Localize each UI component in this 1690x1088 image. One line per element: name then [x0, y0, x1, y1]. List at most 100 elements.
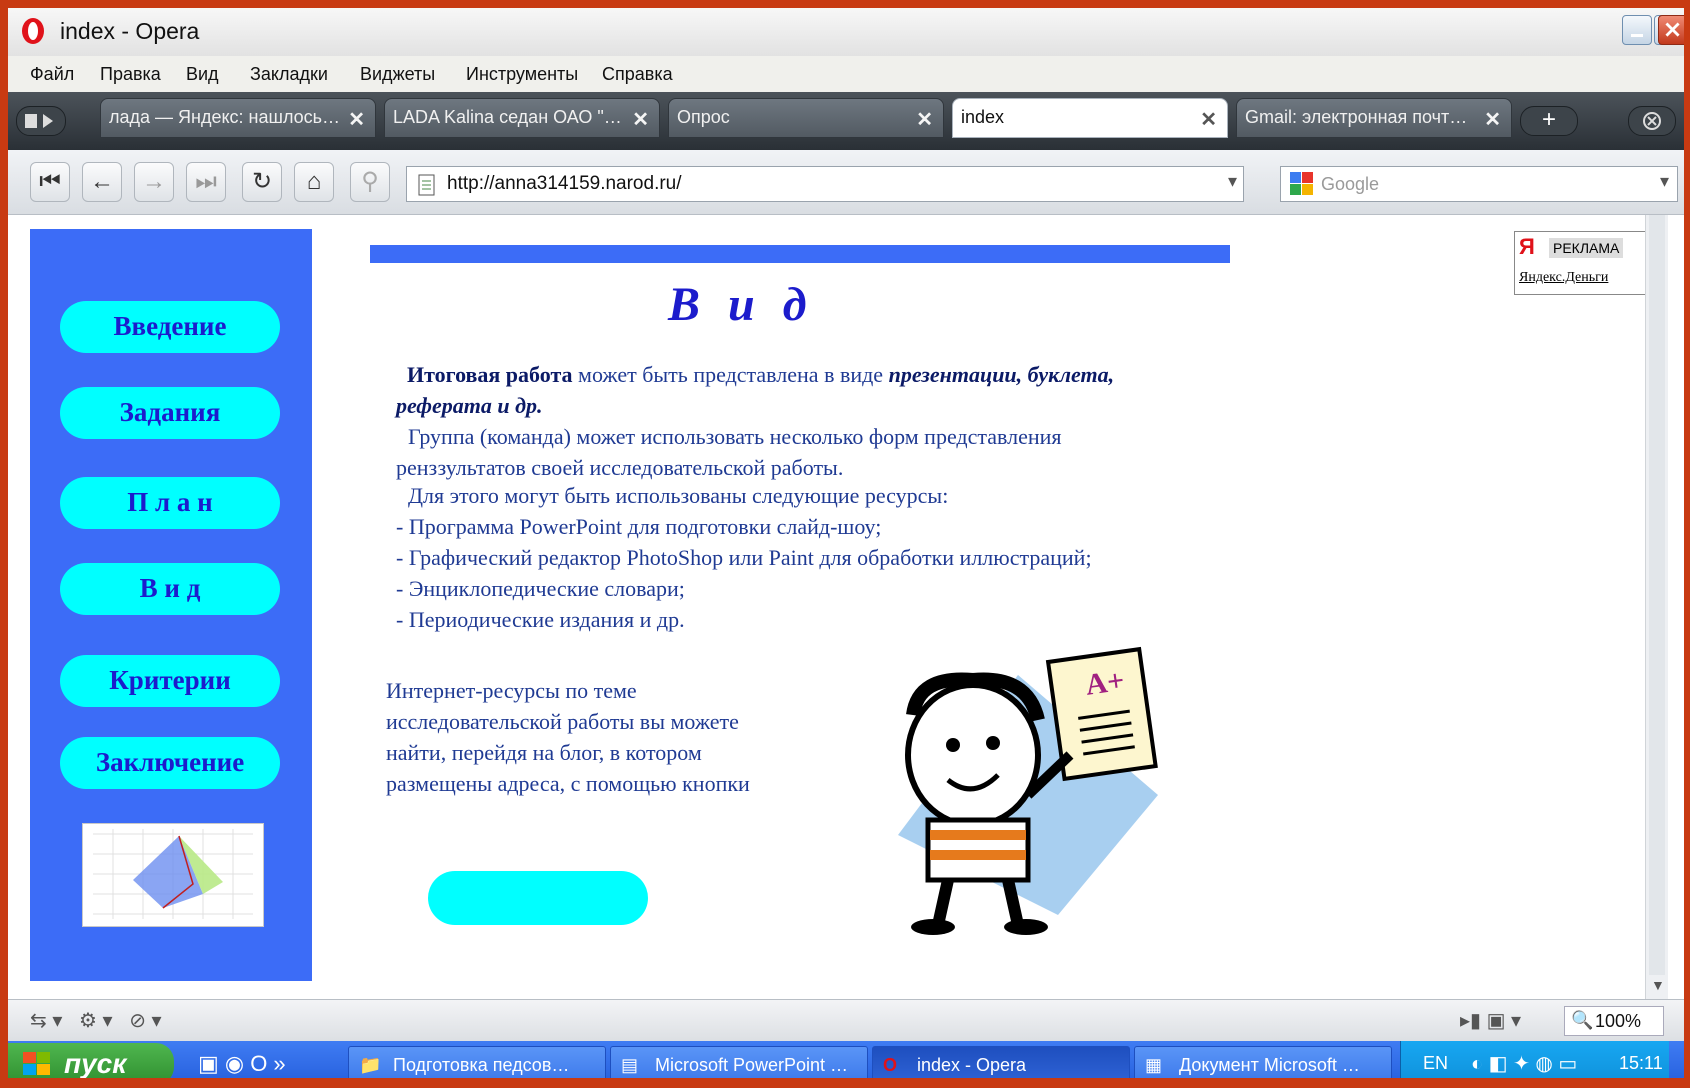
menu-file[interactable]: Файл	[30, 64, 74, 85]
system-tray: EN ◐ ◧ ✦ ◍ ▭ 15:11	[1400, 1041, 1669, 1078]
taskbar-item[interactable]: Oindex - Opera	[872, 1046, 1130, 1078]
key-button[interactable]: ⚲	[350, 162, 390, 202]
home-icon: ⌂	[306, 168, 322, 195]
menu-edit[interactable]: Правка	[100, 64, 161, 85]
vertical-scrollbar[interactable]: ▼	[1645, 215, 1668, 999]
menu-widgets[interactable]: Виджеты	[360, 64, 435, 85]
student-illustration: A+	[898, 646, 1158, 935]
tab-4[interactable]: Gmail: электронная почт… ✕	[1236, 98, 1512, 138]
tab-close-icon[interactable]: ✕	[1200, 107, 1217, 132]
tab-close-icon[interactable]: ✕	[916, 107, 933, 132]
intro-paragraph: Итоговая работа может быть представлена …	[396, 359, 1196, 421]
sidebar-item-criteria[interactable]: Критерии	[60, 655, 280, 707]
forward-button[interactable]: →	[134, 162, 174, 202]
windows-logo-icon	[23, 1052, 50, 1075]
opera-icon: O	[883, 1055, 898, 1075]
address-field[interactable]: http://anna314159.narod.ru/ ▾	[406, 166, 1244, 202]
navigation-bar: ⏮ ← → ⏭ ↻ ⌂ ⚲ http://anna314159.narod.ru…	[8, 150, 1684, 215]
tab-close-icon[interactable]: ✕	[632, 107, 649, 132]
taskbar-item[interactable]: ▤ Microsoft PowerPoint …	[610, 1046, 868, 1078]
intro-text: может быть представлена в виде	[572, 362, 889, 387]
closed-tabs-button[interactable]	[1628, 106, 1676, 136]
fast-forward-button[interactable]: ⏭	[186, 162, 226, 202]
word-icon: ▦	[1145, 1055, 1163, 1075]
fast-forward-icon: ⏭	[195, 168, 217, 195]
language-indicator[interactable]: EN	[1423, 1053, 1448, 1074]
search-engine-chevron-icon[interactable]: ▾	[1660, 171, 1669, 192]
rewind-button[interactable]: ⏮	[30, 162, 70, 202]
taskbar-item[interactable]: ▦ Документ Microsoft …	[1134, 1046, 1392, 1078]
new-tab-button[interactable]: +	[1520, 106, 1578, 136]
close-window-button[interactable]	[1658, 15, 1684, 45]
taskbar-item[interactable]: 📁 Подготовка педсов…	[348, 1046, 606, 1078]
tab-label: Опрос	[677, 107, 730, 127]
geometry-thumbnail[interactable]	[82, 823, 264, 927]
scroll-down-icon[interactable]: ▼	[1651, 977, 1665, 993]
windows-taskbar: пуск ▣ ◉ O » 📁 Подготовка педсов… ▤ Micros…	[8, 1041, 1684, 1079]
ad-link[interactable]: Яндекс.Деньги	[1519, 270, 1608, 286]
sidebar-item-tasks[interactable]: Задания	[60, 387, 280, 439]
resource-item: - Энциклопедические словари;	[396, 576, 685, 601]
svg-text:A+: A+	[1083, 664, 1126, 702]
google-icon	[1290, 172, 1313, 195]
scroll-thumb[interactable]	[1649, 215, 1665, 975]
tab-1[interactable]: LADA Kalina седан ОАО "… ✕	[384, 98, 660, 138]
reload-button[interactable]: ↻	[242, 162, 282, 202]
reload-icon: ↻	[251, 168, 273, 195]
menu-bookmarks[interactable]: Закладки	[250, 64, 328, 85]
clock: 15:11	[1619, 1053, 1663, 1073]
taskbar-item-label: index - Opera	[917, 1055, 1027, 1075]
menu-bar: Файл Правка Вид Закладки Виджеты Инструм…	[8, 56, 1684, 93]
yandex-ad[interactable]: Я РЕКЛАМА Яндекс.Деньги	[1514, 231, 1664, 295]
search-field[interactable]: Google ▾	[1280, 166, 1678, 202]
minimize-button[interactable]	[1622, 15, 1652, 45]
tab-close-icon[interactable]: ✕	[1484, 107, 1501, 132]
tab-bar: лада — Яндекс: нашлось… ✕ LADA Kalina се…	[8, 92, 1684, 150]
tab-2[interactable]: Опрос ✕	[668, 98, 944, 138]
folder-icon: 📁	[359, 1055, 382, 1075]
tab-label: Gmail: электронная почт…	[1245, 107, 1468, 127]
group-paragraph: Группа (команда) может использовать неск…	[396, 424, 1062, 480]
rewind-icon: ⏮	[39, 168, 61, 195]
zoom-control[interactable]: 🔍 100%	[1564, 1006, 1664, 1036]
menu-view[interactable]: Вид	[186, 64, 219, 85]
screenshot-frame: index - Opera Файл Правка Вид Закладки В…	[0, 0, 1690, 1088]
menu-help[interactable]: Справка	[602, 64, 673, 85]
intro-bold: Итоговая работа	[407, 362, 573, 387]
menu-tools[interactable]: Инструменты	[466, 64, 578, 85]
page-title: В и д	[668, 278, 815, 331]
resource-item: - Периодические издания и др.	[396, 607, 685, 632]
sidebar-item-conclusion[interactable]: Заключение	[60, 737, 280, 789]
start-button[interactable]: пуск	[8, 1043, 174, 1079]
trash-icon	[1643, 112, 1661, 130]
sidebar-item-plan[interactable]: П л а н	[60, 477, 280, 529]
tab-0[interactable]: лада — Яндекс: нашлось… ✕	[100, 98, 376, 138]
sidebar-item-intro[interactable]: Введение	[60, 301, 280, 353]
panel-tools-icon[interactable]: ⇆ ▾ ⚙ ▾ ⊘ ▾	[30, 1008, 162, 1033]
start-label: пуск	[64, 1048, 127, 1079]
quick-launch-icons[interactable]: ▣ ◉ O »	[198, 1051, 286, 1077]
site-sidebar: Введение Задания П л а н В и д Критерии …	[30, 229, 312, 981]
page-icon	[418, 174, 435, 196]
chevron-down-icon[interactable]: ▾	[1228, 171, 1237, 192]
view-tools-icon[interactable]: ▸▮ ▣ ▾	[1460, 1008, 1521, 1033]
panel-toggle-button[interactable]	[16, 106, 66, 136]
opera-logo-icon	[22, 18, 44, 44]
resource-item: - Программа PowerPoint для подготовки сл…	[396, 514, 882, 539]
tab-3[interactable]: index ✕	[952, 98, 1228, 138]
tab-label: index	[961, 107, 1005, 127]
back-button[interactable]: ←	[82, 162, 122, 202]
back-arrow-icon: ←	[90, 168, 114, 195]
forward-arrow-icon: →	[142, 168, 166, 195]
taskbar-item-label: Документ Microsoft …	[1179, 1055, 1360, 1075]
home-button[interactable]: ⌂	[294, 162, 334, 202]
header-rule	[370, 245, 1230, 263]
key-icon: ⚲	[361, 168, 379, 195]
status-bar: ⇆ ▾ ⚙ ▾ ⊘ ▾ ▸▮ ▣ ▾ 🔍 100%	[8, 999, 1684, 1042]
tray-icons[interactable]: ◐ ◧ ✦ ◍ ▭	[1471, 1051, 1577, 1076]
powerpoint-icon: ▤	[621, 1055, 639, 1075]
tab-close-icon[interactable]: ✕	[348, 107, 365, 132]
blog-link-button[interactable]	[428, 871, 648, 925]
sidebar-item-view[interactable]: В и д	[60, 563, 280, 615]
tab-label: лада — Яндекс: нашлось…	[109, 107, 341, 127]
